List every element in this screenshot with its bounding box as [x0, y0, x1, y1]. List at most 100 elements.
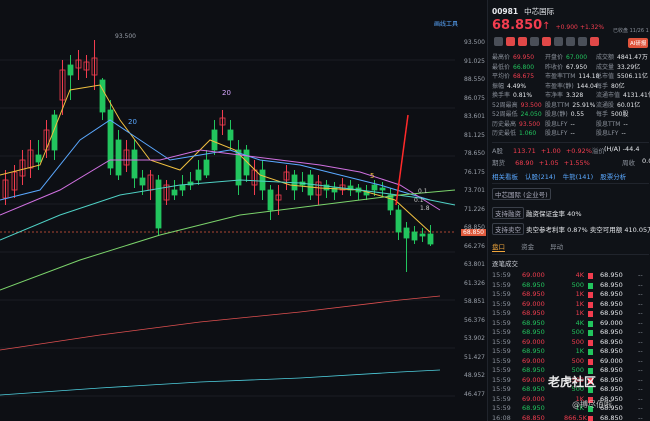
up-arrow-icon: ↑ — [542, 21, 551, 32]
mini-label: 0.1 — [414, 197, 424, 204]
stat-value: 4841.47万 — [617, 54, 648, 61]
trade-row: 15:59 68.950 1K 68.950 -- — [492, 290, 649, 300]
trade-qty: 500 — [571, 328, 584, 336]
stat-item: 流通市值4131.41亿 — [596, 90, 650, 99]
ma-label: 20 — [128, 118, 137, 126]
company-tag-row[interactable]: 中芯国际 (企业号) — [492, 188, 649, 200]
stat-value: 66.800 — [513, 63, 535, 71]
trade-time: 15:59 — [492, 385, 511, 393]
trade-qty-2: -- — [638, 290, 643, 298]
candle-body — [107, 109, 114, 169]
trade-row: 15:59 68.950 4K 69.000 -- — [492, 319, 649, 329]
price-axis-label: 86.075 — [464, 94, 485, 102]
trade-price: 69.000 — [522, 337, 545, 346]
trade-price-2: 68.950 — [600, 347, 623, 355]
futures-row[interactable]: 期货 68.90 +1.05 +1.55% 周收 0.0 — [492, 157, 650, 167]
trade-price-2: 68.950 — [600, 309, 623, 317]
stat-label: 市盈率(静) — [545, 82, 574, 90]
chart-icon[interactable] — [566, 37, 575, 46]
trade-qty: 4K — [575, 318, 584, 327]
tab-cbbc[interactable]: 牛熊(141) — [563, 173, 593, 181]
stat-label: 52周最高 — [492, 101, 518, 109]
trade-row: 15:59 68.950 1K 68.950 -- — [492, 404, 649, 414]
stat-value: 67.000 — [566, 54, 588, 61]
alert-icon[interactable] — [506, 37, 515, 46]
market-status: 已收盘 11/26 1 — [613, 28, 649, 34]
trade-row: 15:59 69.000 500 69.000 -- — [492, 357, 649, 367]
trade-row: 16:08 68.850 866.5K 68.850 -- — [492, 414, 649, 421]
stat-item: 股息(静) 0.55 — [545, 109, 584, 118]
ma250-line — [0, 369, 441, 396]
stat-item: 股息TTM -- — [596, 119, 628, 128]
watch-icon[interactable] — [518, 37, 527, 46]
stat-label: 股息TTM — [596, 120, 621, 128]
trade-qty-2: -- — [638, 309, 643, 317]
candle-body — [171, 189, 178, 196]
trade-qty: 500 — [571, 280, 584, 289]
stat-item: 股息TTM 25.91% — [545, 100, 595, 109]
candle-body — [139, 177, 146, 186]
menu-icon[interactable] — [578, 37, 587, 46]
candle-body — [99, 79, 106, 113]
trade-time: 15:59 — [492, 366, 511, 374]
trade-price: 68.850 — [522, 413, 545, 421]
stat-value: 60.01亿 — [617, 101, 641, 109]
trade-icon[interactable] — [494, 37, 503, 46]
favorite-icon[interactable] — [542, 37, 551, 46]
ma5-line — [0, 84, 431, 233]
trade-time: 15:59 — [492, 280, 511, 289]
a-share-row[interactable]: A股 113.71 +1.00 +0.92% 溢价 (H/A) -44.4 — [492, 142, 649, 155]
stat-value: 67.950 — [566, 63, 588, 71]
stat-label: 最高价 — [492, 54, 511, 61]
stat-value: 4.49% — [507, 82, 527, 90]
mini-label: 0.1 — [418, 188, 428, 195]
trade-price-2: 68.950 — [600, 328, 623, 336]
tab-warrants[interactable]: 认股(214) — [525, 173, 555, 181]
ai-report-button[interactable]: AI研报 — [628, 38, 649, 48]
stat-item: 最低价 66.800 — [492, 62, 534, 71]
trade-dir-icon — [588, 415, 593, 421]
trade-dir-icon — [588, 292, 593, 298]
draw-tools-link[interactable]: 画线工具 — [434, 19, 458, 28]
stat-item: 平均价 68.675 — [492, 71, 534, 80]
tab-orderbook[interactable]: 盘口 — [492, 243, 505, 252]
stat-value: 4131.41亿 — [623, 92, 650, 99]
stat-label: 平均价 — [492, 73, 511, 80]
share-icon[interactable] — [530, 37, 539, 46]
price-change-pct: +1.32% — [579, 24, 605, 31]
trade-price: 69.000 — [522, 299, 545, 308]
stat-value: 0.81% — [513, 92, 533, 99]
company-tag[interactable]: 中芯国际 (企业号) — [492, 188, 551, 200]
tab-analysis[interactable]: 股票分析 — [600, 173, 626, 181]
trade-qty-2: -- — [638, 394, 643, 403]
trade-price-2: 68.950 — [600, 337, 623, 346]
note-icon[interactable] — [554, 37, 563, 46]
stat-item: 每手 80亿 — [596, 81, 625, 90]
tab-capital[interactable]: 资金 — [521, 243, 534, 251]
trade-time: 15:59 — [492, 404, 511, 412]
heart-icon[interactable] — [590, 37, 599, 46]
tab-related[interactable]: 相关看板 — [492, 173, 518, 181]
trade-dir-icon — [588, 339, 593, 346]
kline-chart[interactable]: 20 5 0.1 0.1 1.8 93.500 20 画线工具 93.500 91.025… — [0, 0, 487, 421]
trade-price: 68.950 — [522, 404, 545, 412]
tab-movers[interactable]: 异动 — [550, 243, 563, 251]
kline-svg[interactable]: 2050.10.11.8 — [0, 0, 487, 421]
price-axis-label: 51.427 — [464, 353, 485, 361]
ma-label: 5 — [370, 172, 374, 180]
trade-price-2: 68.950 — [600, 290, 623, 298]
price-axis-label: 71.226 — [464, 205, 485, 213]
candle-body — [379, 187, 386, 191]
trade-price: 68.950 — [522, 366, 545, 374]
stat-item: 历史最低 1.060 — [492, 128, 536, 137]
short-row: 支持卖空 卖空参考利率 0.87% 卖空可用额 410.05万 — [492, 223, 650, 235]
candle-body — [427, 233, 434, 245]
trade-dir-icon — [588, 330, 593, 336]
stat-item: 成交量 33.29亿 — [596, 62, 640, 71]
trade-time: 15:59 — [492, 328, 511, 336]
trade-price: 68.950 — [522, 328, 545, 336]
trade-price: 69.000 — [522, 394, 545, 403]
current-price-tag: 68.850 — [461, 229, 486, 236]
candle-body — [371, 184, 378, 191]
related-tabs: 相关看板 认股(214) 牛熊(141) 股票分析 — [492, 171, 649, 184]
